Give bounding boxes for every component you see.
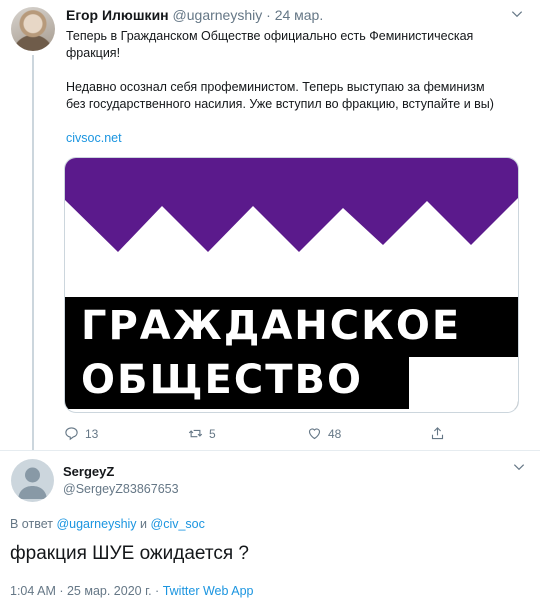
card-white-corner — [409, 357, 518, 412]
thread-connector-line — [32, 55, 34, 450]
like-count: 48 — [328, 426, 342, 441]
reply-icon — [65, 427, 78, 441]
default-avatar[interactable] — [11, 459, 54, 502]
reply-author-name[interactable]: SergeyZ — [63, 464, 114, 479]
reply-text: фракция ШУЕ ожидается ? — [10, 543, 249, 564]
tweet-time[interactable]: 24 мар. — [275, 7, 324, 23]
link-preview-card[interactable]: ГРАЖДАНСКОЕ ОБЩЕСТВО — [64, 157, 519, 413]
reply-action[interactable]: 13 — [64, 426, 98, 441]
more-options-chevron-icon[interactable] — [510, 7, 526, 23]
card-title-line2: ОБЩЕСТВО — [81, 357, 363, 403]
original-tweet[interactable]: Егор Илюшкин @ugarneyshiy · 24 мар. Тепе… — [0, 0, 540, 450]
reply-mention-1[interactable]: @ugarneyshiy — [56, 517, 136, 531]
tweet-text-line: без государственного насилия. Уже вступи… — [66, 97, 494, 111]
retweet-icon — [188, 429, 203, 438]
like-action[interactable]: 48 — [307, 426, 341, 441]
share-action[interactable] — [430, 426, 445, 441]
tweet-text: Теперь в Гражданском Обществе официально… — [66, 28, 521, 147]
author-handle[interactable]: @ugarneyshiy — [173, 7, 263, 23]
retweet-count: 5 — [209, 426, 216, 441]
reply-more-chevron-icon[interactable] — [512, 460, 526, 479]
replying-to: В ответ @ugarneyshiy и @civ_soc — [10, 517, 205, 531]
tweet-header: Егор Илюшкин @ugarneyshiy · 24 мар. — [66, 7, 323, 23]
separator-dot: · — [266, 7, 271, 23]
reply-prefix: В ответ — [10, 517, 53, 531]
reply-metadata: 1:04 AM · 25 мар. 2020 г. · Twitter Web … — [10, 584, 254, 598]
tweet-actions: 13 5 48 — [64, 426, 464, 442]
card-title-line1: ГРАЖДАНСКОЕ — [81, 303, 462, 349]
card-zigzag-graphic — [65, 158, 518, 297]
tweet-link[interactable]: civsoc.net — [66, 130, 521, 147]
reply-timestamp[interactable]: 1:04 AM · 25 мар. 2020 г. · — [10, 584, 159, 598]
author-name[interactable]: Егор Илюшкин — [66, 7, 169, 23]
share-icon — [431, 427, 444, 440]
reply-count: 13 — [85, 426, 99, 441]
default-user-icon — [18, 467, 47, 499]
reply-client[interactable]: Twitter Web App — [163, 584, 254, 598]
heart-icon — [308, 428, 321, 440]
tweet-text-line: Недавно осознал себя профеминистом. Тепе… — [66, 80, 485, 94]
tweet-text-line: фракция! — [66, 46, 121, 60]
reply-and: и — [140, 517, 148, 531]
reply-mention-2[interactable]: @civ_soc — [151, 517, 205, 531]
reply-author-handle[interactable]: @SergeyZ83867653 — [63, 482, 179, 496]
retweet-action[interactable]: 5 — [188, 426, 216, 441]
reply-tweet[interactable]: SergeyZ @SergeyZ83867653 В ответ @ugarne… — [0, 451, 540, 609]
author-avatar[interactable] — [11, 7, 55, 51]
tweet-text-line: Теперь в Гражданском Обществе официально… — [66, 29, 474, 43]
